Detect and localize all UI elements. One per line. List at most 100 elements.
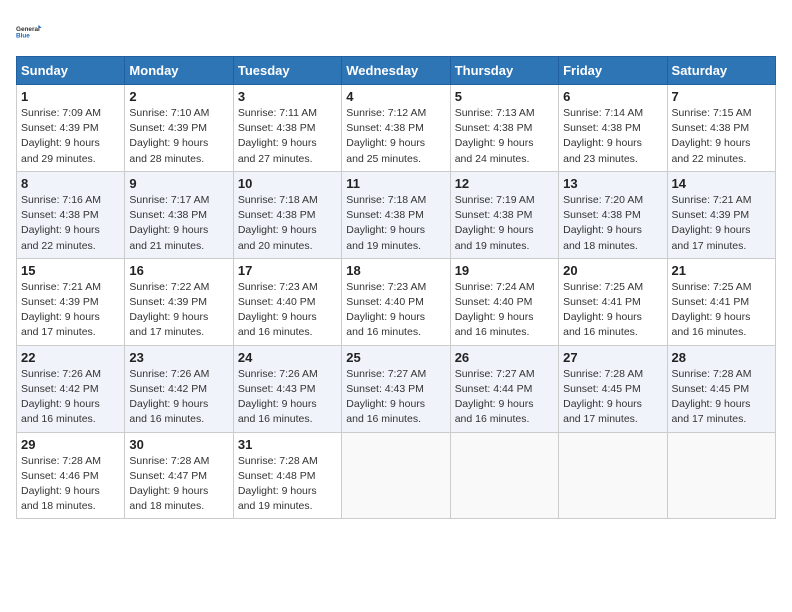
day-number: 14 — [672, 176, 771, 191]
calendar-cell — [450, 432, 558, 519]
day-info: Sunrise: 7:28 AM Sunset: 4:47 PM Dayligh… — [129, 454, 228, 515]
day-number: 27 — [563, 350, 662, 365]
calendar-cell: 29Sunrise: 7:28 AM Sunset: 4:46 PM Dayli… — [17, 432, 125, 519]
day-number: 1 — [21, 89, 120, 104]
day-info: Sunrise: 7:21 AM Sunset: 4:39 PM Dayligh… — [21, 280, 120, 341]
day-info: Sunrise: 7:23 AM Sunset: 4:40 PM Dayligh… — [346, 280, 445, 341]
day-number: 4 — [346, 89, 445, 104]
day-number: 26 — [455, 350, 554, 365]
day-number: 5 — [455, 89, 554, 104]
calendar-cell: 8 Sunrise: 7:16 AM Sunset: 4:38 PM Daylig… — [17, 171, 125, 258]
calendar-cell: 31 Sunrise: 7:28 AM Sunset: 4:48 PM Dayli… — [233, 432, 341, 519]
logo-icon: GeneralBlue — [16, 16, 48, 48]
calendar-cell: 16 Sunrise: 7:22 AM Sunset: 4:39 PM Dayli… — [125, 258, 233, 345]
day-info: Sunrise: 7:16 AM Sunset: 4:38 PM Dayligh… — [21, 193, 120, 254]
calendar-cell: 4 Sunrise: 7:12 AM Sunset: 4:38 PM Daylig… — [342, 85, 450, 172]
day-number: 31 — [238, 437, 337, 452]
day-number: 29 — [21, 437, 120, 452]
calendar-cell: 1 Sunrise: 7:09 AM Sunset: 4:39 PM Daylig… — [17, 85, 125, 172]
day-info: Sunrise: 7:28 AM Sunset: 4:45 PM Dayligh… — [672, 367, 771, 428]
day-number: 23 — [129, 350, 228, 365]
calendar-cell: 10 Sunrise: 7:18 AM Sunset: 4:38 PM Dayli… — [233, 171, 341, 258]
day-number: 10 — [238, 176, 337, 191]
header-sunday: Sunday — [17, 57, 125, 85]
calendar-week-4: 22 Sunrise: 7:26 AM Sunset: 4:42 PM Dayli… — [17, 345, 776, 432]
day-number: 28 — [672, 350, 771, 365]
header-wednesday: Wednesday — [342, 57, 450, 85]
calendar-cell: 23 Sunrise: 7:26 AM Sunset: 4:42 PM Dayli… — [125, 345, 233, 432]
day-number: 13 — [563, 176, 662, 191]
day-info: Sunrise: 7:20 AM Sunset: 4:38 PM Dayligh… — [563, 193, 662, 254]
calendar-cell: 13 Sunrise: 7:20 AM Sunset: 4:38 PM Dayli… — [559, 171, 667, 258]
calendar-cell: 22 Sunrise: 7:26 AM Sunset: 4:42 PM Dayli… — [17, 345, 125, 432]
calendar-cell: 14 Sunrise: 7:21 AM Sunset: 4:39 PM Dayli… — [667, 171, 775, 258]
day-number: 24 — [238, 350, 337, 365]
day-info: Sunrise: 7:26 AM Sunset: 4:42 PM Dayligh… — [129, 367, 228, 428]
calendar-cell: 18 Sunrise: 7:23 AM Sunset: 4:40 PM Dayli… — [342, 258, 450, 345]
day-info: Sunrise: 7:14 AM Sunset: 4:38 PM Dayligh… — [563, 106, 662, 167]
calendar-cell: 28 Sunrise: 7:28 AM Sunset: 4:45 PM Dayli… — [667, 345, 775, 432]
header-saturday: Saturday — [667, 57, 775, 85]
day-number: 25 — [346, 350, 445, 365]
day-number: 6 — [563, 89, 662, 104]
day-number: 2 — [129, 89, 228, 104]
day-number: 17 — [238, 263, 337, 278]
header-thursday: Thursday — [450, 57, 558, 85]
day-number: 20 — [563, 263, 662, 278]
calendar-cell: 2 Sunrise: 7:10 AM Sunset: 4:39 PM Daylig… — [125, 85, 233, 172]
day-info: Sunrise: 7:26 AM Sunset: 4:42 PM Dayligh… — [21, 367, 120, 428]
calendar-cell: 12 Sunrise: 7:19 AM Sunset: 4:38 PM Dayli… — [450, 171, 558, 258]
svg-text:General: General — [16, 26, 40, 33]
day-info: Sunrise: 7:17 AM Sunset: 4:38 PM Dayligh… — [129, 193, 228, 254]
day-number: 30 — [129, 437, 228, 452]
day-number: 8 — [21, 176, 120, 191]
calendar-cell — [667, 432, 775, 519]
calendar-cell: 25 Sunrise: 7:27 AM Sunset: 4:43 PM Dayli… — [342, 345, 450, 432]
svg-text:Blue: Blue — [16, 33, 30, 40]
calendar-week-2: 8 Sunrise: 7:16 AM Sunset: 4:38 PM Daylig… — [17, 171, 776, 258]
day-info: Sunrise: 7:27 AM Sunset: 4:43 PM Dayligh… — [346, 367, 445, 428]
day-number: 18 — [346, 263, 445, 278]
calendar-cell: 20 Sunrise: 7:25 AM Sunset: 4:41 PM Dayli… — [559, 258, 667, 345]
day-info: Sunrise: 7:12 AM Sunset: 4:38 PM Dayligh… — [346, 106, 445, 167]
day-info: Sunrise: 7:24 AM Sunset: 4:40 PM Dayligh… — [455, 280, 554, 341]
day-info: Sunrise: 7:22 AM Sunset: 4:39 PM Dayligh… — [129, 280, 228, 341]
day-number: 12 — [455, 176, 554, 191]
calendar-cell: 27 Sunrise: 7:28 AM Sunset: 4:45 PM Dayli… — [559, 345, 667, 432]
calendar-cell: 21 Sunrise: 7:25 AM Sunset: 4:41 PM Dayli… — [667, 258, 775, 345]
calendar-cell: 9 Sunrise: 7:17 AM Sunset: 4:38 PM Daylig… — [125, 171, 233, 258]
day-info: Sunrise: 7:25 AM Sunset: 4:41 PM Dayligh… — [672, 280, 771, 341]
day-info: Sunrise: 7:10 AM Sunset: 4:39 PM Dayligh… — [129, 106, 228, 167]
day-info: Sunrise: 7:18 AM Sunset: 4:38 PM Dayligh… — [346, 193, 445, 254]
day-info: Sunrise: 7:26 AM Sunset: 4:43 PM Dayligh… — [238, 367, 337, 428]
day-number: 21 — [672, 263, 771, 278]
day-info: Sunrise: 7:28 AM Sunset: 4:48 PM Dayligh… — [238, 454, 337, 515]
day-number: 11 — [346, 176, 445, 191]
day-info: Sunrise: 7:18 AM Sunset: 4:38 PM Dayligh… — [238, 193, 337, 254]
calendar-cell: 17 Sunrise: 7:23 AM Sunset: 4:40 PM Dayli… — [233, 258, 341, 345]
header-tuesday: Tuesday — [233, 57, 341, 85]
calendar-table: SundayMondayTuesdayWednesdayThursdayFrid… — [16, 56, 776, 519]
day-number: 15 — [21, 263, 120, 278]
page-header: GeneralBlue — [16, 16, 776, 48]
calendar-cell: 5Sunrise: 7:13 AM Sunset: 4:38 PM Daylig… — [450, 85, 558, 172]
calendar-cell: 3 Sunrise: 7:11 AM Sunset: 4:38 PM Daylig… — [233, 85, 341, 172]
day-number: 9 — [129, 176, 228, 191]
day-info: Sunrise: 7:11 AM Sunset: 4:38 PM Dayligh… — [238, 106, 337, 167]
day-info: Sunrise: 7:09 AM Sunset: 4:39 PM Dayligh… — [21, 106, 120, 167]
logo: GeneralBlue — [16, 16, 48, 48]
day-info: Sunrise: 7:25 AM Sunset: 4:41 PM Dayligh… — [563, 280, 662, 341]
day-info: Sunrise: 7:15 AM Sunset: 4:38 PM Dayligh… — [672, 106, 771, 167]
day-number: 7 — [672, 89, 771, 104]
day-number: 3 — [238, 89, 337, 104]
calendar-cell: 30 Sunrise: 7:28 AM Sunset: 4:47 PM Dayli… — [125, 432, 233, 519]
day-info: Sunrise: 7:28 AM Sunset: 4:45 PM Dayligh… — [563, 367, 662, 428]
calendar-cell: 19Sunrise: 7:24 AM Sunset: 4:40 PM Dayli… — [450, 258, 558, 345]
day-info: Sunrise: 7:23 AM Sunset: 4:40 PM Dayligh… — [238, 280, 337, 341]
header-friday: Friday — [559, 57, 667, 85]
day-number: 16 — [129, 263, 228, 278]
day-number: 22 — [21, 350, 120, 365]
day-info: Sunrise: 7:21 AM Sunset: 4:39 PM Dayligh… — [672, 193, 771, 254]
day-info: Sunrise: 7:19 AM Sunset: 4:38 PM Dayligh… — [455, 193, 554, 254]
calendar-cell — [342, 432, 450, 519]
